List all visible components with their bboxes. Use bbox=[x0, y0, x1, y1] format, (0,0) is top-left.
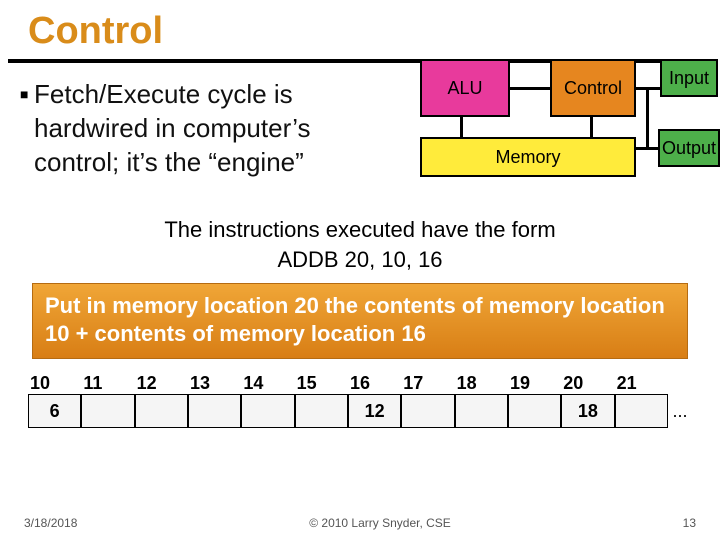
memory-ellipsis: ... bbox=[668, 394, 692, 428]
footer-page: 13 bbox=[683, 516, 696, 530]
memory-cell: 12 bbox=[348, 394, 401, 428]
memory-cell bbox=[455, 394, 508, 428]
footer-copyright: © 2010 Larry Snyder, CSE bbox=[309, 516, 451, 530]
explanation-box: Put in memory location 20 the contents o… bbox=[32, 283, 688, 359]
instruction-line2: ADDB 20, 10, 16 bbox=[18, 245, 702, 275]
memory-cell bbox=[508, 394, 561, 428]
memory-address: 19 bbox=[508, 373, 561, 394]
memory-strip: 101112131415161718192021 61218 ... bbox=[18, 373, 702, 428]
instruction-text: The instructions executed have the form … bbox=[18, 215, 702, 275]
instruction-line1: The instructions executed have the form bbox=[18, 215, 702, 245]
bullet-text: Fetch/Execute cycle is hardwired in comp… bbox=[34, 77, 384, 179]
memory-value-row: 6 12 18 bbox=[28, 394, 668, 428]
diagram-line bbox=[460, 115, 463, 139]
memory-cell bbox=[188, 394, 241, 428]
slide-footer: 3/18/2018 © 2010 Larry Snyder, CSE 13 bbox=[0, 516, 720, 530]
memory-cell bbox=[81, 394, 134, 428]
memory-address: 14 bbox=[241, 373, 294, 394]
diagram-line bbox=[590, 115, 593, 139]
memory-address: 10 bbox=[28, 373, 81, 394]
memory-cell: 6 bbox=[28, 394, 81, 428]
memory-address: 20 bbox=[561, 373, 614, 394]
memory-address: 18 bbox=[455, 373, 508, 394]
memory-address: 12 bbox=[135, 373, 188, 394]
memory-address: 15 bbox=[295, 373, 348, 394]
footer-date: 3/18/2018 bbox=[24, 516, 77, 530]
control-box: Control bbox=[550, 59, 636, 117]
diagram-line bbox=[508, 87, 552, 90]
memory-address: 17 bbox=[401, 373, 454, 394]
memory-address: 21 bbox=[615, 373, 668, 394]
output-box: Output bbox=[658, 129, 720, 167]
memory-cell bbox=[241, 394, 294, 428]
memory-cell bbox=[295, 394, 348, 428]
memory-address: 16 bbox=[348, 373, 401, 394]
memory-cell: 18 bbox=[561, 394, 614, 428]
memory-cell bbox=[615, 394, 668, 428]
memory-address-row: 101112131415161718192021 bbox=[28, 373, 692, 394]
diagram-line bbox=[634, 147, 660, 150]
memory-cell bbox=[401, 394, 454, 428]
memory-address: 11 bbox=[81, 373, 134, 394]
architecture-diagram: ALU Control Input Output Memory bbox=[380, 59, 720, 209]
slide-title: Control bbox=[0, 0, 720, 59]
bullet-marker: ■ bbox=[18, 77, 34, 179]
slide-body: ■ Fetch/Execute cycle is hardwired in co… bbox=[0, 77, 720, 428]
memory-box: Memory bbox=[420, 137, 636, 177]
memory-cell bbox=[135, 394, 188, 428]
alu-box: ALU bbox=[420, 59, 510, 117]
diagram-line bbox=[646, 87, 649, 149]
input-box: Input bbox=[660, 59, 718, 97]
memory-address: 13 bbox=[188, 373, 241, 394]
